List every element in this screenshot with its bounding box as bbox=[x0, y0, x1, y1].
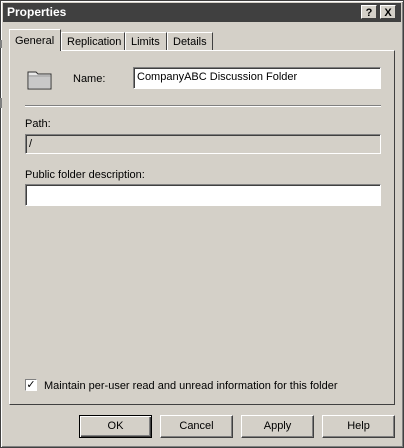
name-field[interactable]: CompanyABC Discussion Folder bbox=[133, 67, 381, 89]
apply-button[interactable]: Apply bbox=[241, 415, 314, 438]
help-button[interactable]: Help bbox=[322, 415, 395, 438]
check-icon: ✓ bbox=[26, 379, 36, 391]
description-field[interactable] bbox=[25, 184, 381, 206]
close-button[interactable]: X bbox=[380, 5, 396, 19]
separator bbox=[25, 105, 381, 107]
tab-replication[interactable]: Replication bbox=[61, 32, 125, 50]
window-title: Properties bbox=[7, 5, 67, 19]
tab-general[interactable]: General bbox=[9, 29, 61, 51]
ok-button[interactable]: OK bbox=[79, 415, 152, 438]
tab-replication-label: Replication bbox=[67, 36, 122, 48]
properties-dialog: Properties ? X General Replication Limit… bbox=[0, 0, 404, 448]
description-label: Public folder description: bbox=[25, 169, 145, 181]
help-title-button[interactable]: ? bbox=[361, 5, 377, 19]
tab-general-label: General bbox=[15, 35, 55, 47]
folder-icon bbox=[27, 71, 52, 90]
maintain-checkbox-label[interactable]: Maintain per-user read and unread inform… bbox=[44, 380, 338, 392]
tab-limits[interactable]: Limits bbox=[125, 32, 167, 50]
tab-details-label: Details bbox=[173, 36, 207, 48]
name-label-text: Name: bbox=[73, 73, 106, 85]
tab-limits-label: Limits bbox=[131, 36, 160, 48]
window-edge-mark bbox=[0, 40, 2, 48]
cancel-button[interactable]: Cancel bbox=[160, 415, 233, 438]
name-label: Name: bbox=[73, 73, 105, 85]
path-field[interactable]: / bbox=[25, 134, 381, 154]
title-bar[interactable]: Properties ? X bbox=[3, 3, 401, 22]
tab-details[interactable]: Details bbox=[167, 32, 213, 50]
window-edge-mark bbox=[0, 98, 2, 108]
path-label: Path: bbox=[25, 118, 51, 130]
general-panel bbox=[9, 50, 395, 405]
maintain-checkbox[interactable]: ✓ bbox=[25, 379, 37, 391]
